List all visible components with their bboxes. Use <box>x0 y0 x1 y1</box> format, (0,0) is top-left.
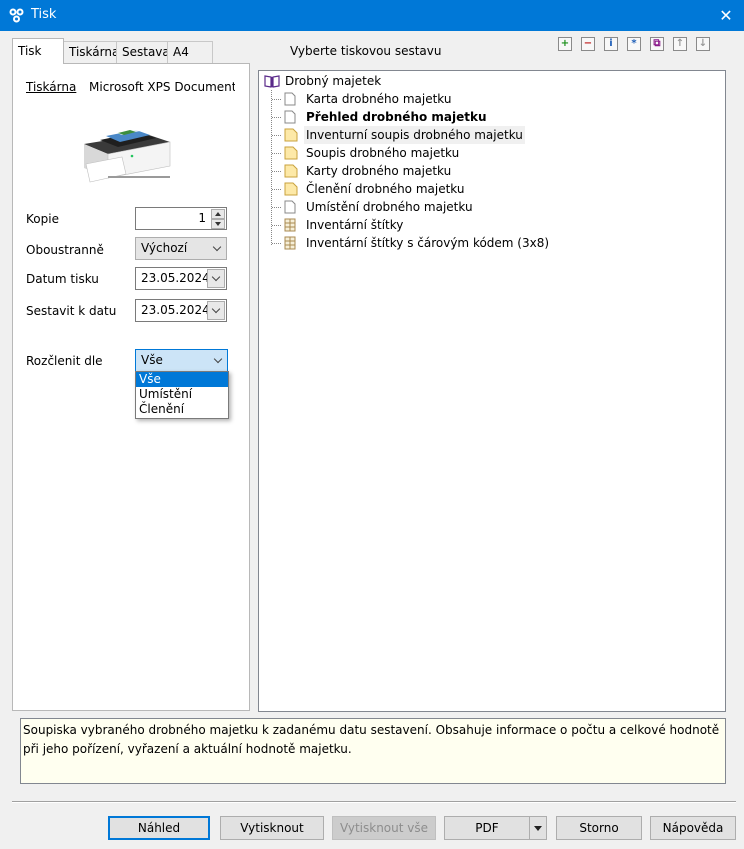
tree-item-label: Karta drobného majetku <box>306 92 452 106</box>
preview-button[interactable]: Náhled <box>108 816 210 840</box>
info-icon[interactable]: i <box>604 37 618 51</box>
tab-a4[interactable]: A4 <box>167 41 213 63</box>
tree-connector <box>272 189 281 190</box>
help-button[interactable]: Nápověda <box>650 816 736 840</box>
tree-connector <box>271 90 272 245</box>
copies-spinner[interactable]: 1 <box>135 207 227 230</box>
tab-sestava[interactable]: Sestava <box>116 41 170 63</box>
duplex-select[interactable]: Výchozí <box>135 237 227 260</box>
app-icon <box>9 8 24 23</box>
tab-tiskarna[interactable]: Tiskárna <box>63 41 120 63</box>
folder-page-icon <box>284 164 298 178</box>
split-option[interactable]: Umístění <box>136 387 228 402</box>
split-select[interactable]: Vše <box>135 349 228 372</box>
spin-up-icon[interactable] <box>211 209 225 219</box>
title-bar: Tisk ✕ <box>0 0 744 31</box>
tree-item-label: Inventární štítky <box>306 218 404 232</box>
pdf-dropdown-button[interactable] <box>529 816 547 840</box>
date-dropdown-button[interactable] <box>207 301 225 320</box>
report-date-picker[interactable]: 23.05.2024 <box>135 299 227 322</box>
tree-item-label: Karty drobného majetku <box>306 164 452 178</box>
cancel-button[interactable]: Storno <box>556 816 642 840</box>
chevron-down-icon <box>212 242 222 252</box>
tree-root-label: Drobný majetek <box>285 74 382 88</box>
print-button[interactable]: Vytisknout <box>220 816 324 840</box>
close-icon[interactable]: ✕ <box>714 4 738 28</box>
tree-connector <box>272 99 281 100</box>
print-date-label: Datum tisku <box>26 272 99 286</box>
tree-connector <box>272 225 281 226</box>
printer-link[interactable]: Tiskárna <box>26 80 76 94</box>
duplex-value: Výchozí <box>141 241 188 255</box>
tab-label: A4 <box>173 45 189 59</box>
tree-item-label: Inventurní soupis drobného majetku <box>304 126 525 144</box>
tree-item-label: Inventární štítky s čárovým kódem (3x8) <box>306 236 550 250</box>
tree-item-label: Přehled drobného majetku <box>306 110 487 124</box>
folder-page-icon <box>284 146 298 160</box>
grid-page-icon <box>284 218 296 232</box>
split-option[interactable]: Členění <box>136 402 228 417</box>
printer-name: Microsoft XPS Document W <box>89 80 235 94</box>
tab-label: Sestava <box>122 45 170 59</box>
report-date-value: 23.05.2024 <box>141 303 210 317</box>
page-icon <box>284 200 296 214</box>
tab-tisk[interactable]: Tisk <box>12 38 64 64</box>
print-date-value: 23.05.2024 <box>141 271 210 285</box>
date-dropdown-button[interactable] <box>207 269 225 288</box>
tree-connector <box>272 117 281 118</box>
remove-icon[interactable]: − <box>581 37 595 51</box>
printer-icon <box>84 128 171 183</box>
tree-item-label: Členění drobného majetku <box>306 182 465 196</box>
page-icon <box>284 110 296 124</box>
window-title: Tisk <box>31 7 57 22</box>
folder-page-icon <box>284 182 298 196</box>
move-down-icon[interactable]: ↓ <box>696 37 710 51</box>
print-date-picker[interactable]: 23.05.2024 <box>135 267 227 290</box>
tab-label: Tisk <box>18 44 42 58</box>
chevron-down-icon <box>213 354 223 364</box>
report-description: Soupiska vybraného drobného majetku k za… <box>20 718 726 784</box>
tree-item-label: Soupis drobného majetku <box>306 146 460 160</box>
tree-connector <box>272 171 281 172</box>
tree-connector <box>272 153 281 154</box>
copy-icon[interactable]: ⧉ <box>650 37 664 51</box>
folder-page-icon <box>284 128 298 142</box>
triangle-down-icon <box>534 826 542 831</box>
grid-page-icon <box>284 236 296 250</box>
book-icon <box>264 75 280 88</box>
chevron-down-icon <box>211 272 221 282</box>
tree-connector <box>272 243 281 244</box>
tree-item-label: Umístění drobného majetku <box>306 200 473 214</box>
report-section-title: Vyberte tiskovou sestavu <box>290 44 442 58</box>
add-icon[interactable]: + <box>558 37 572 51</box>
tree-connector <box>272 135 281 136</box>
duplex-label: Oboustranně <box>26 243 104 257</box>
copies-label: Kopie <box>26 212 59 226</box>
print-all-button: Vytisknout vše <box>332 816 436 840</box>
split-option[interactable]: Vše <box>136 372 228 387</box>
chevron-down-icon <box>211 304 221 314</box>
divider <box>12 801 736 803</box>
pdf-button[interactable]: PDF <box>444 816 530 840</box>
split-label: Rozčlenit dle <box>26 354 103 368</box>
spin-down-icon[interactable] <box>211 219 225 229</box>
star-icon[interactable]: * <box>627 37 641 51</box>
tab-label: Tiskárna <box>69 45 120 59</box>
split-options-list: Vše Umístění Členění <box>135 371 229 419</box>
move-up-icon[interactable]: ↑ <box>673 37 687 51</box>
report-date-label: Sestavit k datu <box>26 304 117 318</box>
page-icon <box>284 92 296 106</box>
tree-connector <box>272 207 281 208</box>
split-value: Vše <box>141 353 163 367</box>
copies-value: 1 <box>198 211 206 225</box>
